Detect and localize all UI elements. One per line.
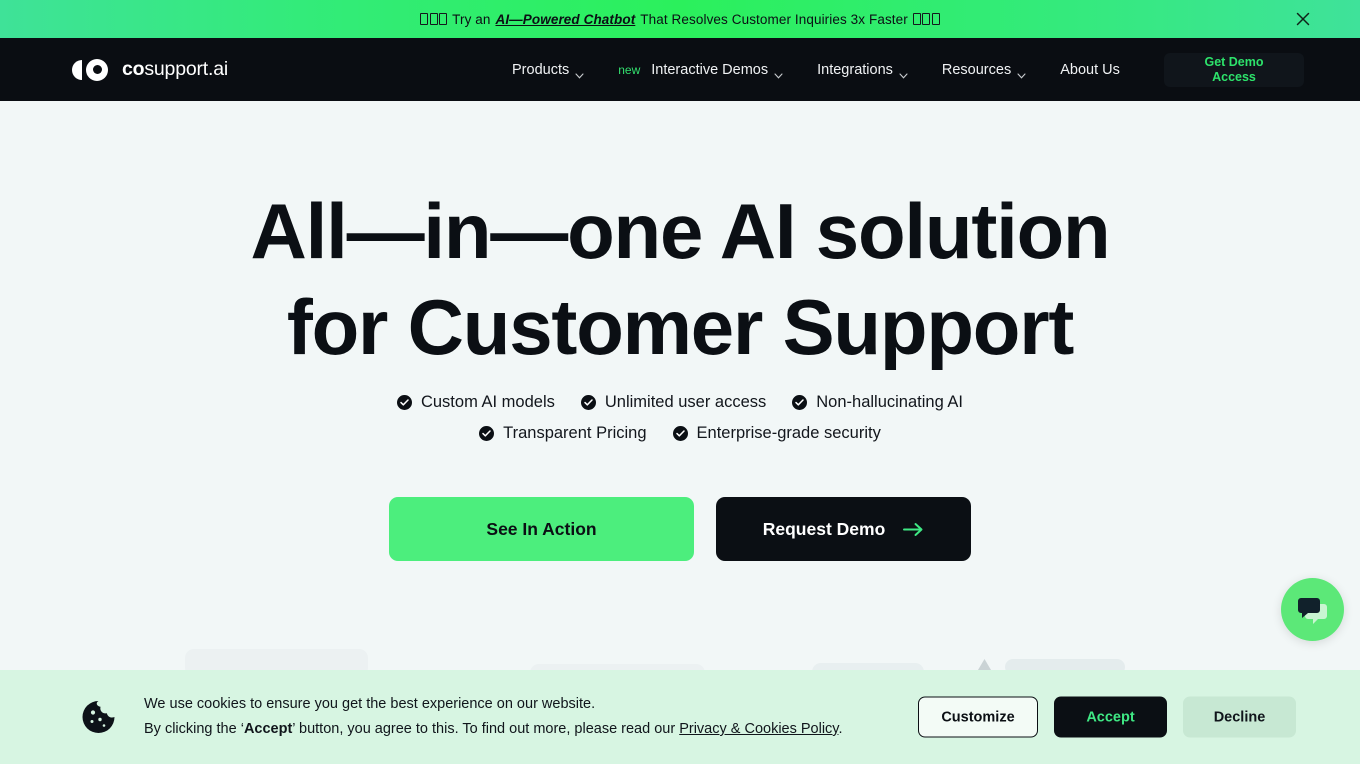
- cookie-message: We use cookies to ensure you get the bes…: [144, 692, 843, 742]
- chat-widget-button[interactable]: [1281, 578, 1344, 641]
- nav-badge-new: new: [618, 62, 641, 77]
- get-demo-access-button[interactable]: Get Demo Access: [1164, 52, 1304, 87]
- request-demo-button[interactable]: Request Demo: [716, 497, 971, 561]
- sparkle-glyph-left: [420, 13, 448, 25]
- logo-text-bold: co: [122, 58, 145, 80]
- logo-wordmark: cosupport.ai: [122, 58, 228, 81]
- feature-row-2: Transparent Pricing Enterprise-grade sec…: [0, 424, 1360, 443]
- cookie-consent-banner: We use cookies to ensure you get the bes…: [0, 670, 1360, 764]
- feature-item: Transparent Pricing: [479, 424, 647, 443]
- feature-item: Non-hallucinating AI: [792, 393, 963, 412]
- get-demo-access-line2: Access: [1212, 69, 1256, 84]
- sparkle-glyph-right: [912, 13, 940, 25]
- customize-cookies-button[interactable]: Customize: [918, 696, 1038, 738]
- announcement-suffix: That Resolves Customer Inquiries 3x Fast…: [640, 11, 908, 27]
- decline-cookies-button[interactable]: Decline: [1183, 696, 1296, 738]
- cookie-line2-part2: ’ button, you agree to this. To find out…: [292, 721, 680, 737]
- nav-item-integrations[interactable]: Integrations: [800, 38, 925, 101]
- announcement-bar: Try an AI—Powered Chatbot That Resolves …: [0, 0, 1360, 38]
- nav-label-interactive-demos: Interactive Demos: [651, 61, 769, 78]
- check-circle-icon: [396, 395, 412, 410]
- chevron-down-icon: [774, 67, 783, 79]
- chat-bubbles-icon: [1297, 597, 1327, 624]
- nav-item-interactive-demos[interactable]: new Interactive Demos: [601, 38, 800, 101]
- logo-mark-icon: [72, 58, 111, 81]
- cookie-line2-part1: By clicking the ‘: [144, 721, 244, 737]
- cookie-line-1: We use cookies to ensure you get the bes…: [144, 696, 596, 712]
- announcement-link[interactable]: AI—Powered Chatbot: [495, 12, 635, 27]
- cookie-button-group: Customize Accept Decline: [918, 696, 1296, 738]
- check-circle-icon: [580, 395, 596, 410]
- check-circle-icon: [672, 426, 688, 441]
- cookie-accept-emphasis: Accept: [243, 721, 293, 737]
- privacy-cookies-policy-link[interactable]: Privacy & Cookies Policy: [679, 721, 838, 737]
- page-title: All—in—one AI solution for Customer Supp…: [0, 183, 1360, 375]
- nav-item-about-us[interactable]: About Us: [1043, 38, 1137, 101]
- feature-label: Unlimited user access: [604, 393, 767, 411]
- chevron-down-icon: [575, 67, 584, 79]
- feature-label: Enterprise-grade security: [696, 424, 881, 442]
- check-circle-icon: [479, 426, 495, 441]
- feature-item: Unlimited user access: [580, 393, 767, 412]
- nav-label-products: Products: [512, 61, 570, 78]
- chevron-down-icon: [899, 67, 908, 79]
- nav-label-integrations: Integrations: [817, 61, 893, 78]
- feature-label: Non-hallucinating AI: [816, 393, 964, 411]
- primary-navigation: Products new Interactive Demos Integrati…: [512, 38, 1137, 101]
- site-logo[interactable]: cosupport.ai: [72, 58, 228, 81]
- get-demo-access-line1: Get Demo: [1204, 54, 1264, 69]
- hero-section: All—in—one AI solution for Customer Supp…: [0, 101, 1360, 684]
- nav-item-resources[interactable]: Resources: [925, 38, 1043, 101]
- feature-label: Custom AI models: [420, 393, 555, 411]
- logo-text-light: support.ai: [144, 58, 228, 80]
- chevron-down-icon: [1017, 67, 1026, 79]
- hero-cta-row: See In Action Request Demo: [0, 497, 1360, 561]
- arrow-right-icon: [903, 522, 924, 537]
- request-demo-label: Request Demo: [762, 518, 886, 539]
- feature-row-1: Custom AI models Unlimited user access N…: [0, 393, 1360, 412]
- cookie-line2-end: .: [838, 721, 843, 737]
- hero-title-line1: All—in—one AI solution: [250, 187, 1111, 275]
- close-icon[interactable]: [1292, 8, 1314, 30]
- announcement-text: Try an AI—Powered Chatbot That Resolves …: [420, 12, 940, 27]
- feature-list: Custom AI models Unlimited user access N…: [0, 393, 1360, 455]
- below-fold-preview: [0, 639, 1360, 684]
- main-navbar: cosupport.ai Products new Interactive De…: [0, 38, 1360, 101]
- feature-item: Enterprise-grade security: [672, 424, 881, 443]
- accept-cookies-button[interactable]: Accept: [1054, 696, 1167, 738]
- cookie-icon: [80, 699, 117, 736]
- feature-label: Transparent Pricing: [503, 424, 647, 442]
- nav-item-products[interactable]: Products: [512, 38, 601, 101]
- preview-marker-icon: [978, 659, 991, 670]
- announcement-prefix: Try an: [452, 11, 491, 27]
- cookie-line-2: By clicking the ‘Accept’ button, you agr…: [144, 717, 843, 742]
- see-in-action-button[interactable]: See In Action: [389, 497, 694, 561]
- feature-item: Custom AI models: [396, 393, 555, 412]
- check-circle-icon: [792, 395, 808, 410]
- nav-label-about-us: About Us: [1060, 61, 1120, 78]
- hero-title-line2: for Customer Support: [286, 283, 1075, 371]
- nav-label-resources: Resources: [941, 61, 1012, 78]
